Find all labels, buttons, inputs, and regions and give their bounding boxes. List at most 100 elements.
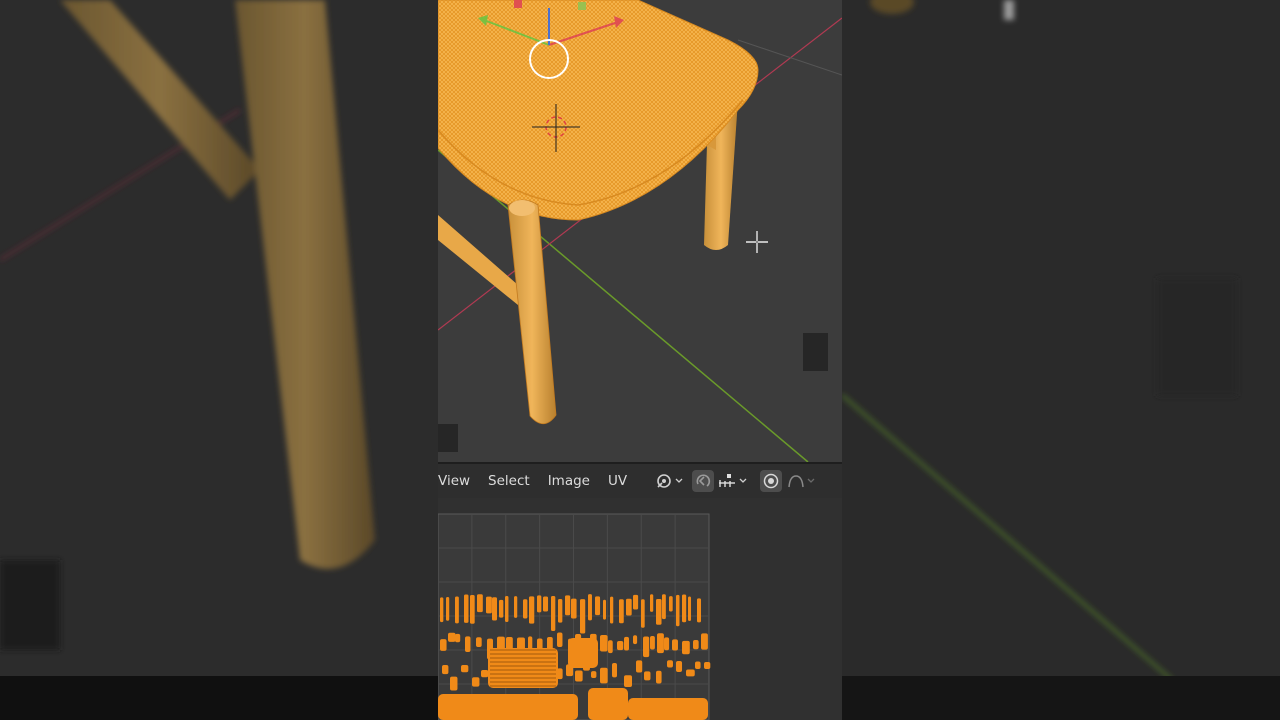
uv-island bbox=[644, 671, 651, 681]
uv-island bbox=[465, 636, 471, 652]
uv-island bbox=[438, 694, 578, 720]
uv-island bbox=[477, 594, 483, 613]
pivot-point-icon bbox=[654, 470, 674, 492]
uv-island bbox=[442, 664, 449, 675]
uv-island bbox=[455, 596, 459, 624]
uv-island bbox=[440, 639, 447, 651]
uv-island bbox=[568, 638, 598, 668]
uv-island bbox=[610, 596, 614, 624]
uv-island bbox=[612, 663, 618, 678]
uv-island bbox=[628, 698, 708, 720]
menu-select[interactable]: Select bbox=[479, 463, 539, 499]
uv-editor-canvas[interactable] bbox=[438, 498, 842, 720]
uv-island bbox=[448, 632, 456, 642]
uv-island bbox=[657, 633, 664, 654]
uv-island bbox=[440, 597, 444, 623]
uv-island bbox=[591, 671, 597, 679]
chevron-down-icon bbox=[674, 470, 684, 492]
uv-island bbox=[486, 596, 492, 614]
uv-island bbox=[492, 597, 498, 621]
menu-view[interactable]: View bbox=[438, 463, 479, 499]
uv-island bbox=[543, 596, 549, 612]
uv-island bbox=[464, 594, 469, 623]
uv-island bbox=[633, 594, 639, 610]
uv-island bbox=[636, 660, 643, 673]
viewport-panel-tab bbox=[803, 333, 828, 371]
footer-bar-right bbox=[842, 676, 1280, 720]
uv-island bbox=[669, 596, 673, 612]
uv-island bbox=[481, 670, 489, 678]
proportional-editing-icon[interactable] bbox=[760, 470, 783, 492]
uv-island bbox=[499, 599, 504, 618]
uv-island bbox=[662, 594, 666, 620]
crosshair-pointer-icon bbox=[746, 231, 768, 253]
uv-island bbox=[588, 594, 592, 621]
uv-island bbox=[529, 596, 535, 624]
uv-island bbox=[603, 599, 607, 620]
uv-island bbox=[455, 633, 461, 643]
uv-island bbox=[558, 599, 563, 623]
uv-editor-header: View Select Image UV bbox=[438, 462, 842, 498]
uv-layout bbox=[438, 513, 711, 720]
uv-island bbox=[523, 599, 528, 619]
footer-bar-left bbox=[0, 676, 438, 720]
blurred-backdrop-right bbox=[842, 0, 1280, 720]
snap-icon[interactable] bbox=[716, 470, 738, 492]
pivot-point-dropdown[interactable] bbox=[654, 470, 684, 492]
uv-island bbox=[476, 637, 482, 647]
uv-island bbox=[617, 640, 624, 651]
uv-island bbox=[608, 640, 613, 654]
uv-island bbox=[557, 632, 563, 648]
uv-island bbox=[505, 595, 509, 623]
uv-island bbox=[588, 688, 628, 720]
falloff-curve-icon[interactable] bbox=[786, 470, 806, 492]
uv-island bbox=[565, 595, 571, 616]
3d-viewport[interactable] bbox=[438, 0, 842, 462]
uv-island bbox=[676, 594, 680, 627]
uv-island bbox=[641, 599, 645, 628]
uv-island bbox=[470, 594, 475, 624]
uv-island bbox=[688, 596, 692, 622]
blurred-backdrop-left bbox=[0, 0, 438, 720]
uv-island bbox=[514, 596, 518, 618]
snap-chevron-down-icon[interactable] bbox=[738, 470, 748, 492]
uv-island bbox=[672, 639, 678, 651]
uv-island bbox=[575, 670, 583, 682]
uv-island bbox=[624, 675, 633, 687]
uv-island bbox=[695, 661, 701, 669]
uv-island bbox=[446, 597, 450, 621]
uv-island bbox=[693, 640, 699, 650]
uv-island bbox=[704, 662, 711, 670]
uv-island bbox=[676, 661, 683, 672]
uv-island bbox=[650, 594, 654, 612]
uv-sync-selection-icon[interactable] bbox=[692, 470, 715, 492]
menu-image[interactable]: Image bbox=[539, 463, 599, 499]
uv-island bbox=[472, 677, 480, 687]
chair-wireframe-scene bbox=[438, 0, 842, 462]
uv-island bbox=[537, 595, 542, 613]
uv-island bbox=[624, 636, 630, 651]
uv-island bbox=[600, 667, 608, 684]
uv-island bbox=[667, 660, 673, 668]
falloff-chevron-down-icon[interactable] bbox=[806, 470, 816, 492]
menu-uv[interactable]: UV bbox=[599, 463, 636, 499]
uv-island bbox=[571, 598, 577, 619]
uv-island bbox=[697, 598, 702, 623]
uv-island bbox=[580, 599, 586, 634]
uv-island bbox=[650, 636, 655, 650]
uv-island bbox=[664, 637, 670, 651]
uv-island bbox=[656, 670, 662, 684]
uv-island bbox=[643, 636, 650, 658]
uv-island bbox=[656, 598, 662, 625]
uv-island bbox=[600, 635, 608, 652]
blurred-chair-leg-left bbox=[0, 0, 438, 720]
uv-island bbox=[682, 640, 690, 655]
uv-island bbox=[682, 594, 687, 623]
uv-island bbox=[626, 598, 632, 616]
uv-island bbox=[450, 676, 458, 691]
uv-island bbox=[461, 664, 469, 673]
uv-island bbox=[633, 635, 638, 645]
uv-island bbox=[595, 596, 601, 616]
uv-island bbox=[551, 595, 556, 631]
uv-island bbox=[686, 669, 695, 677]
